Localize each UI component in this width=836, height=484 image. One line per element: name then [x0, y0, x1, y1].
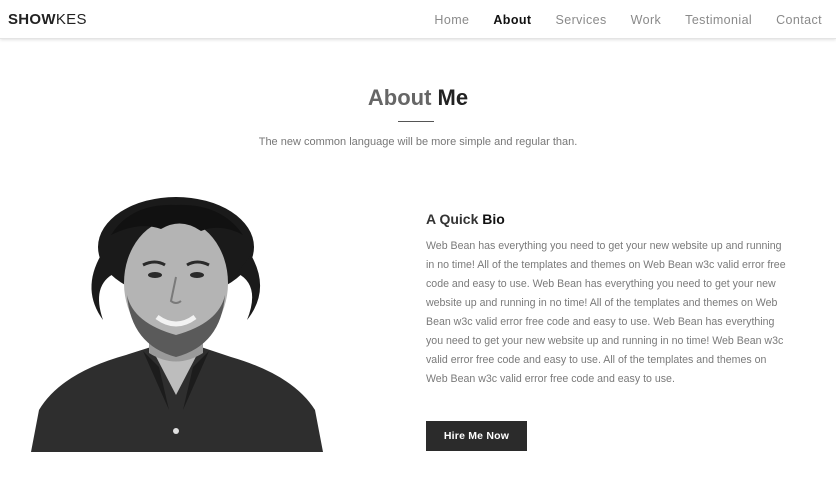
about-section-title: About Me [0, 85, 836, 111]
bio-paragraph: Web Bean has everything you need to get … [426, 240, 786, 385]
nav-item-home[interactable]: Home [434, 13, 469, 27]
brand-logo[interactable]: SHOWKES [8, 11, 87, 28]
top-navbar: SHOWKES Home About Services Work Testimo… [0, 0, 836, 39]
portrait-photo [31, 195, 323, 452]
brand-logo-bold: SHOW [8, 11, 56, 28]
bio-heading: A Quick Bio [426, 211, 505, 227]
about-title-light: About [367, 85, 438, 110]
about-subtitle: The new common language will be more sim… [258, 136, 578, 148]
main-nav: Home About Services Work Testimonial Con… [410, 13, 822, 27]
nav-item-testimonial[interactable]: Testimonial [685, 13, 752, 27]
nav-item-contact[interactable]: Contact [776, 13, 822, 27]
nav-item-services[interactable]: Services [555, 13, 606, 27]
nav-item-about[interactable]: About [493, 13, 531, 27]
brand-logo-light: KES [55, 11, 87, 28]
nav-item-work[interactable]: Work [631, 13, 662, 27]
about-title-bold: Me [437, 85, 469, 110]
bio-heading-light: A Quick [426, 211, 483, 227]
hire-me-button[interactable]: Hire Me Now [426, 421, 527, 451]
bio-heading-bold: Bio [482, 211, 505, 227]
title-divider [398, 121, 434, 122]
